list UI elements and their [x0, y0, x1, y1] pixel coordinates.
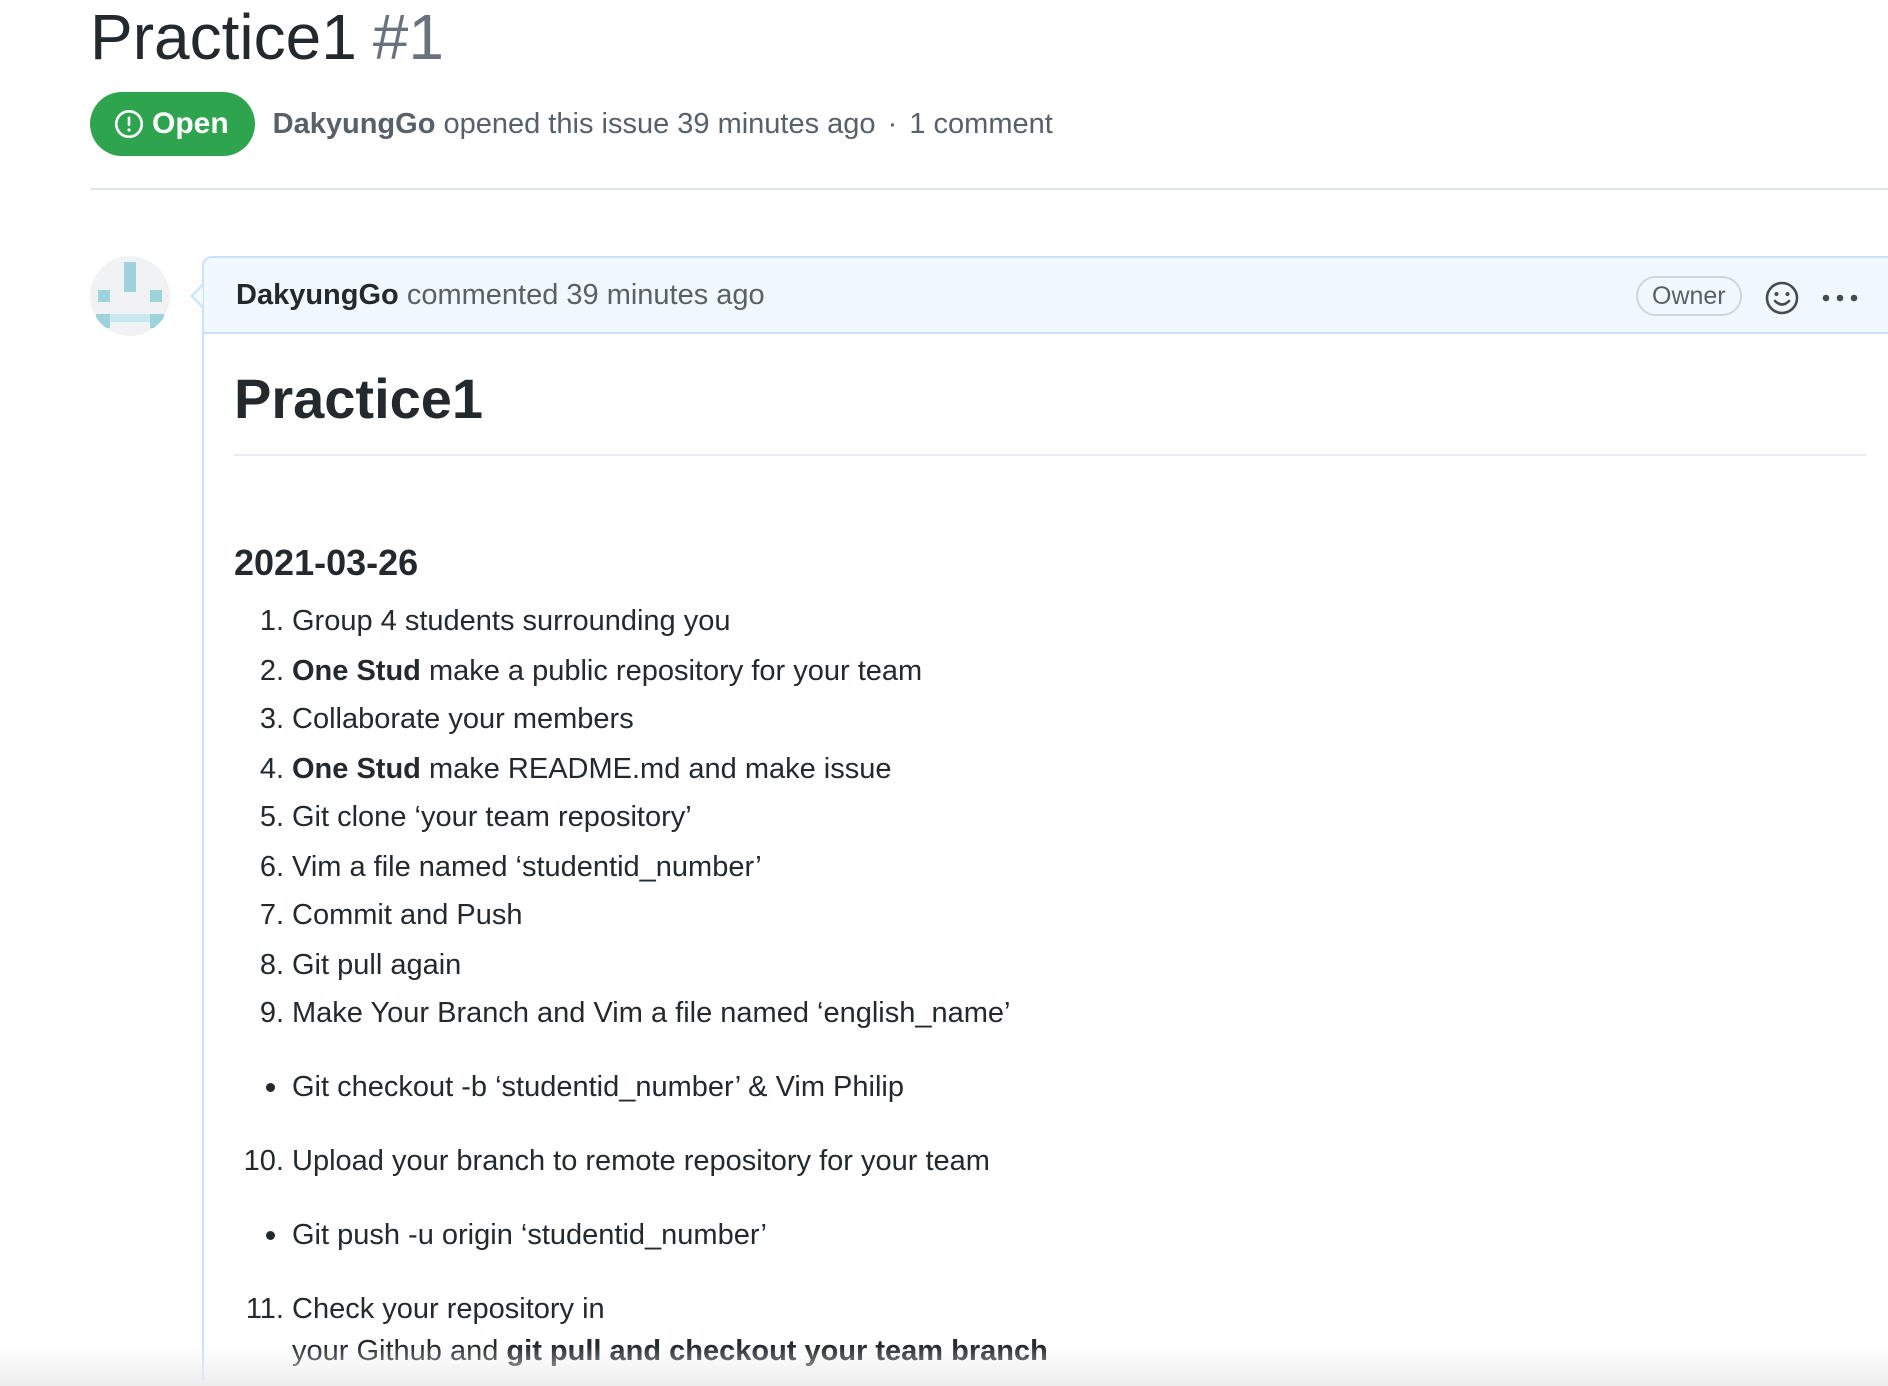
- list-item-text: Git push -u origin ‘studentid_number’: [292, 1218, 767, 1253]
- list-item-text: Make Your Branch and Vim a file named ‘e…: [292, 996, 1010, 1031]
- list-item-text-part: Vim a file named ‘studentid_number’: [292, 851, 762, 883]
- bottom-fade: [0, 1346, 1888, 1386]
- comment-timestamp[interactable]: commented 39 minutes ago: [407, 279, 765, 311]
- smiley-icon[interactable]: [1762, 278, 1802, 318]
- issue-number: #1: [372, 1, 444, 73]
- issue-meta: Open DakyungGo opened this issue 39 minu…: [90, 92, 1053, 156]
- list-number: 11.: [245, 1293, 284, 1325]
- list-number: 4.: [259, 753, 284, 785]
- issue-opened-text: opened this issue 39 minutes ago: [443, 107, 876, 140]
- body-date-heading: 2021-03-26: [234, 542, 419, 583]
- list-item-text: Vim a file named ‘studentid_number’: [292, 850, 762, 885]
- owner-badge: Owner: [1636, 276, 1742, 316]
- avatar[interactable]: [90, 256, 170, 336]
- list-item-text: Check your repository in: [292, 1292, 605, 1327]
- list-item-text-part: Group 4 students surrounding you: [292, 605, 731, 637]
- list-item-text: Git checkout -b ‘studentid_number’ & Vim…: [292, 1070, 904, 1105]
- list-item-text-part: Collaborate your members: [292, 703, 634, 735]
- issue-author-link[interactable]: DakyungGo: [273, 108, 436, 140]
- list-item-text: Git clone ‘your team repository’: [292, 800, 692, 835]
- bullet-icon: [266, 1231, 275, 1240]
- list-item-text: Git pull again: [292, 948, 461, 983]
- list-item-text: Group 4 students surrounding you: [292, 604, 731, 639]
- list-item-text-part: Git push -u origin ‘studentid_number’: [292, 1219, 768, 1251]
- list-number: 8.: [259, 949, 284, 981]
- list-item-text-part: Git clone ‘your team repository’: [292, 801, 692, 833]
- list-item-text-part: Upload your branch to remote repository …: [292, 1145, 990, 1177]
- issue-opened-icon: [114, 109, 144, 139]
- list-number: 2.: [259, 655, 284, 687]
- list-item-text-part: Git pull again: [292, 949, 462, 981]
- list-item-text: One Stud make a public repository for yo…: [292, 654, 922, 689]
- list-item-text-part: make a public repository for your team: [420, 655, 923, 687]
- list-number: 5.: [259, 801, 284, 833]
- issue-meta-text: DakyungGo opened this issue 39 minutes a…: [273, 108, 1053, 141]
- body-heading-divider: [234, 453, 1866, 456]
- bullet-icon: [266, 1083, 275, 1092]
- issue-state-label: Open: [152, 107, 229, 140]
- header-divider: [90, 188, 1888, 190]
- list-number: 1.: [259, 605, 284, 637]
- issue-comments-count: 1 comment: [909, 107, 1053, 140]
- issue-state-badge: Open: [90, 92, 255, 156]
- list-item-bold-text: One Stud: [292, 753, 421, 785]
- list-item-text-part: Commit and Push: [292, 899, 523, 931]
- meta-separator: ·: [887, 107, 898, 140]
- kebab-horizontal-icon[interactable]: [1818, 278, 1862, 318]
- list-item-text-part: Git checkout -b ‘studentid_number’ & Vim…: [292, 1071, 904, 1103]
- issue-title-text: Practice1: [90, 1, 357, 73]
- issue-page: Practice1 #1 Open DakyungGo opened this i…: [0, 0, 1888, 1386]
- list-number: 7.: [259, 899, 284, 931]
- list-item-text-part: make README.md and make issue: [420, 753, 892, 785]
- list-item-bold-text: One Stud: [292, 655, 421, 687]
- comment-body: Practice1 2021-03-26 1. Group 4 students …: [234, 367, 1874, 1367]
- body-heading: Practice1: [234, 367, 484, 430]
- list-item-text: Upload your branch to remote repository …: [292, 1144, 990, 1179]
- list-number: 3.: [259, 703, 284, 735]
- list-item-text-part: Make Your Branch and Vim a file named ‘e…: [292, 997, 1011, 1029]
- list-item-text: Commit and Push: [292, 898, 523, 933]
- comment-header-text: DakyungGo commented 39 minutes ago: [236, 279, 765, 312]
- issue-title: Practice1 #1: [90, 2, 444, 72]
- list-item-text: One Stud make README.md and make issue: [292, 752, 892, 787]
- list-item-text: Collaborate your members: [292, 702, 634, 737]
- list-number: 6.: [259, 851, 284, 883]
- list-number: 10.: [243, 1145, 284, 1177]
- list-item-text-part: Check your repository in: [292, 1293, 605, 1325]
- comment-header: DakyungGo commented 39 minutes ago Owner: [204, 258, 1888, 334]
- list-number: 9.: [259, 997, 284, 1029]
- identicon-avatar-icon: [96, 262, 164, 328]
- comment-card: DakyungGo commented 39 minutes ago Owner…: [190, 256, 1888, 1380]
- comment-author-link[interactable]: DakyungGo: [236, 279, 399, 311]
